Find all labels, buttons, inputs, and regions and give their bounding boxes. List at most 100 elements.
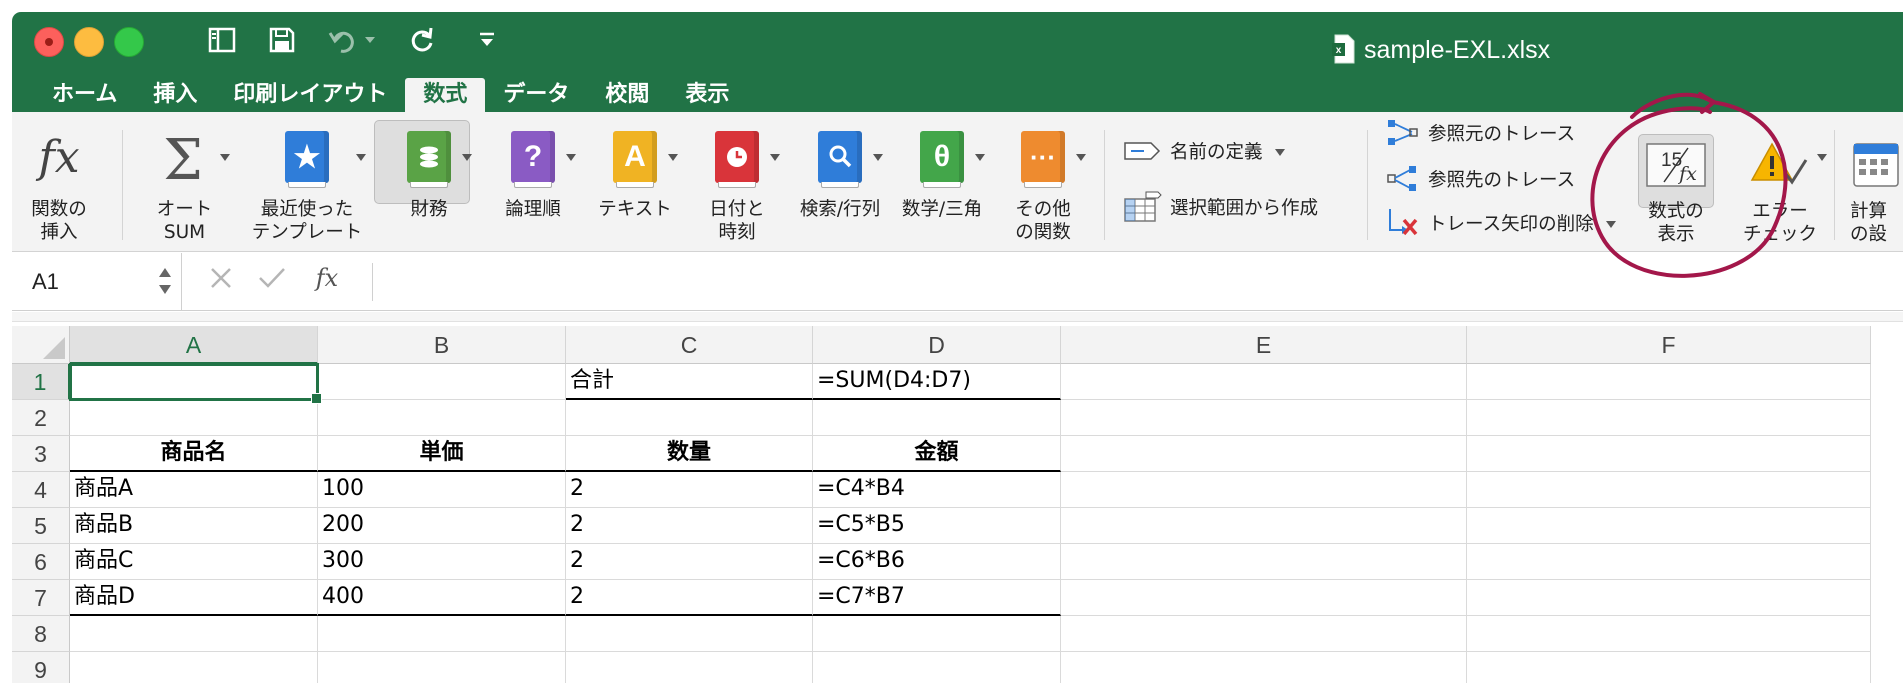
cell-d4[interactable]: =C4*B4: [813, 472, 1061, 508]
cell-a4[interactable]: 商品A: [70, 472, 318, 508]
cell-c3[interactable]: 数量: [566, 436, 813, 472]
column-header-d[interactable]: D: [813, 326, 1061, 364]
cell-b6[interactable]: 300: [318, 544, 566, 580]
cell-d1[interactable]: =SUM(D4:D7): [813, 364, 1061, 400]
tab-data[interactable]: データ: [485, 78, 587, 112]
cell-d8[interactable]: [813, 616, 1061, 652]
row-header-1[interactable]: 1: [12, 364, 70, 400]
cell-f1[interactable]: [1467, 364, 1871, 400]
cell-b8[interactable]: [318, 616, 566, 652]
undo-icon[interactable]: [322, 22, 382, 58]
name-box[interactable]: A1: [12, 253, 182, 311]
cell-f5[interactable]: [1467, 508, 1871, 544]
cell-a1[interactable]: [70, 364, 318, 400]
cell-d6[interactable]: =C6*B6: [813, 544, 1061, 580]
remove-arrows-button[interactable]: トレース矢印の削除: [1384, 206, 1616, 240]
row-header-3[interactable]: 3: [12, 436, 70, 472]
show-formulas-button[interactable]: 15 fx 数式の 表示: [1628, 116, 1724, 246]
row-header-7[interactable]: 7: [12, 580, 70, 616]
cell-e8[interactable]: [1061, 616, 1467, 652]
financial-button[interactable]: 財務: [384, 116, 474, 221]
define-name-button[interactable]: 名前の定義: [1122, 134, 1285, 168]
column-header-b[interactable]: B: [318, 326, 566, 364]
cell-a2[interactable]: [70, 400, 318, 436]
cell-e2[interactable]: [1061, 400, 1467, 436]
cell-f6[interactable]: [1467, 544, 1871, 580]
cell-c5[interactable]: 2: [566, 508, 813, 544]
tab-formulas[interactable]: 数式: [405, 78, 486, 112]
lookup-reference-button[interactable]: 検索/行列: [788, 116, 892, 221]
cell-c4[interactable]: 2: [566, 472, 813, 508]
column-header-c[interactable]: C: [566, 326, 813, 364]
redo-icon[interactable]: [402, 22, 442, 58]
cell-a3[interactable]: 商品名: [70, 436, 318, 472]
zoom-window-button[interactable]: [114, 27, 144, 57]
create-from-selection-button[interactable]: 選択範囲から作成: [1122, 190, 1318, 224]
cell-b2[interactable]: [318, 400, 566, 436]
tab-insert[interactable]: 挿入: [135, 78, 215, 112]
cell-f9[interactable]: [1467, 652, 1871, 683]
select-all-corner[interactable]: [12, 326, 70, 364]
cell-f4[interactable]: [1467, 472, 1871, 508]
cell-b3[interactable]: 単価: [318, 436, 566, 472]
recently-used-button[interactable]: ★ 最近使った テンプレート: [242, 116, 372, 244]
cell-c9[interactable]: [566, 652, 813, 683]
cell-f7[interactable]: [1467, 580, 1871, 616]
confirm-icon[interactable]: [257, 264, 287, 292]
cell-a7[interactable]: 商品D: [70, 580, 318, 616]
cell-b4[interactable]: 100: [318, 472, 566, 508]
close-window-button[interactable]: [34, 27, 64, 57]
save-icon[interactable]: [262, 22, 302, 58]
cell-a8[interactable]: [70, 616, 318, 652]
calculation-options-button[interactable]: 計算 の設: [1850, 116, 1903, 246]
row-header-9[interactable]: 9: [12, 652, 70, 683]
cell-e4[interactable]: [1061, 472, 1467, 508]
row-header-4[interactable]: 4: [12, 472, 70, 508]
cell-f2[interactable]: [1467, 400, 1871, 436]
cell-b9[interactable]: [318, 652, 566, 683]
cell-c6[interactable]: 2: [566, 544, 813, 580]
row-header-8[interactable]: 8: [12, 616, 70, 652]
cell-b7[interactable]: 400: [318, 580, 566, 616]
row-header-2[interactable]: 2: [12, 400, 70, 436]
cell-d3[interactable]: 金額: [813, 436, 1061, 472]
stepper-icon[interactable]: [158, 265, 172, 297]
cell-a9[interactable]: [70, 652, 318, 683]
cell-d7[interactable]: =C7*B7: [813, 580, 1061, 616]
cell-e7[interactable]: [1061, 580, 1467, 616]
trace-dependents-button[interactable]: 参照先のトレース: [1384, 162, 1575, 196]
cell-a5[interactable]: 商品B: [70, 508, 318, 544]
row-header-6[interactable]: 6: [12, 544, 70, 580]
fx-icon[interactable]: fx: [309, 263, 345, 293]
autosum-button[interactable]: Σ オート SUM: [132, 116, 237, 244]
cell-e5[interactable]: [1061, 508, 1467, 544]
cell-c8[interactable]: [566, 616, 813, 652]
cell-e1[interactable]: [1061, 364, 1467, 400]
row-header-5[interactable]: 5: [12, 508, 70, 544]
cell-c1[interactable]: 合計: [566, 364, 813, 400]
date-time-button[interactable]: 日付と 時刻: [692, 116, 782, 244]
tab-page-layout[interactable]: 印刷レイアウト: [215, 78, 405, 112]
cell-c7[interactable]: 2: [566, 580, 813, 616]
cell-e6[interactable]: [1061, 544, 1467, 580]
text-functions-button[interactable]: A テキスト: [590, 116, 680, 221]
cell-d9[interactable]: [813, 652, 1061, 683]
tab-view[interactable]: 表示: [667, 78, 747, 112]
column-header-e[interactable]: E: [1061, 326, 1467, 364]
cell-e3[interactable]: [1061, 436, 1467, 472]
cell-d5[interactable]: =C5*B5: [813, 508, 1061, 544]
cell-c2[interactable]: [566, 400, 813, 436]
sidebar-toggle-icon[interactable]: [202, 22, 242, 58]
more-functions-button[interactable]: ··· その他 の関数: [998, 116, 1088, 244]
cell-f3[interactable]: [1467, 436, 1871, 472]
logical-button[interactable]: ? 論理順: [488, 116, 578, 221]
cell-a6[interactable]: 商品C: [70, 544, 318, 580]
tab-home[interactable]: ホーム: [34, 78, 135, 112]
minimize-window-button[interactable]: [74, 27, 104, 57]
column-header-a[interactable]: A: [70, 326, 318, 364]
insert-function-button[interactable]: fx 関数の 挿入: [20, 116, 98, 244]
error-checking-button[interactable]: エラー チェック: [1732, 116, 1828, 246]
math-trig-button[interactable]: θ 数学/三角: [892, 116, 992, 221]
trace-precedents-button[interactable]: 参照元のトレース: [1384, 116, 1575, 150]
customize-toolbar-icon[interactable]: [467, 22, 507, 58]
